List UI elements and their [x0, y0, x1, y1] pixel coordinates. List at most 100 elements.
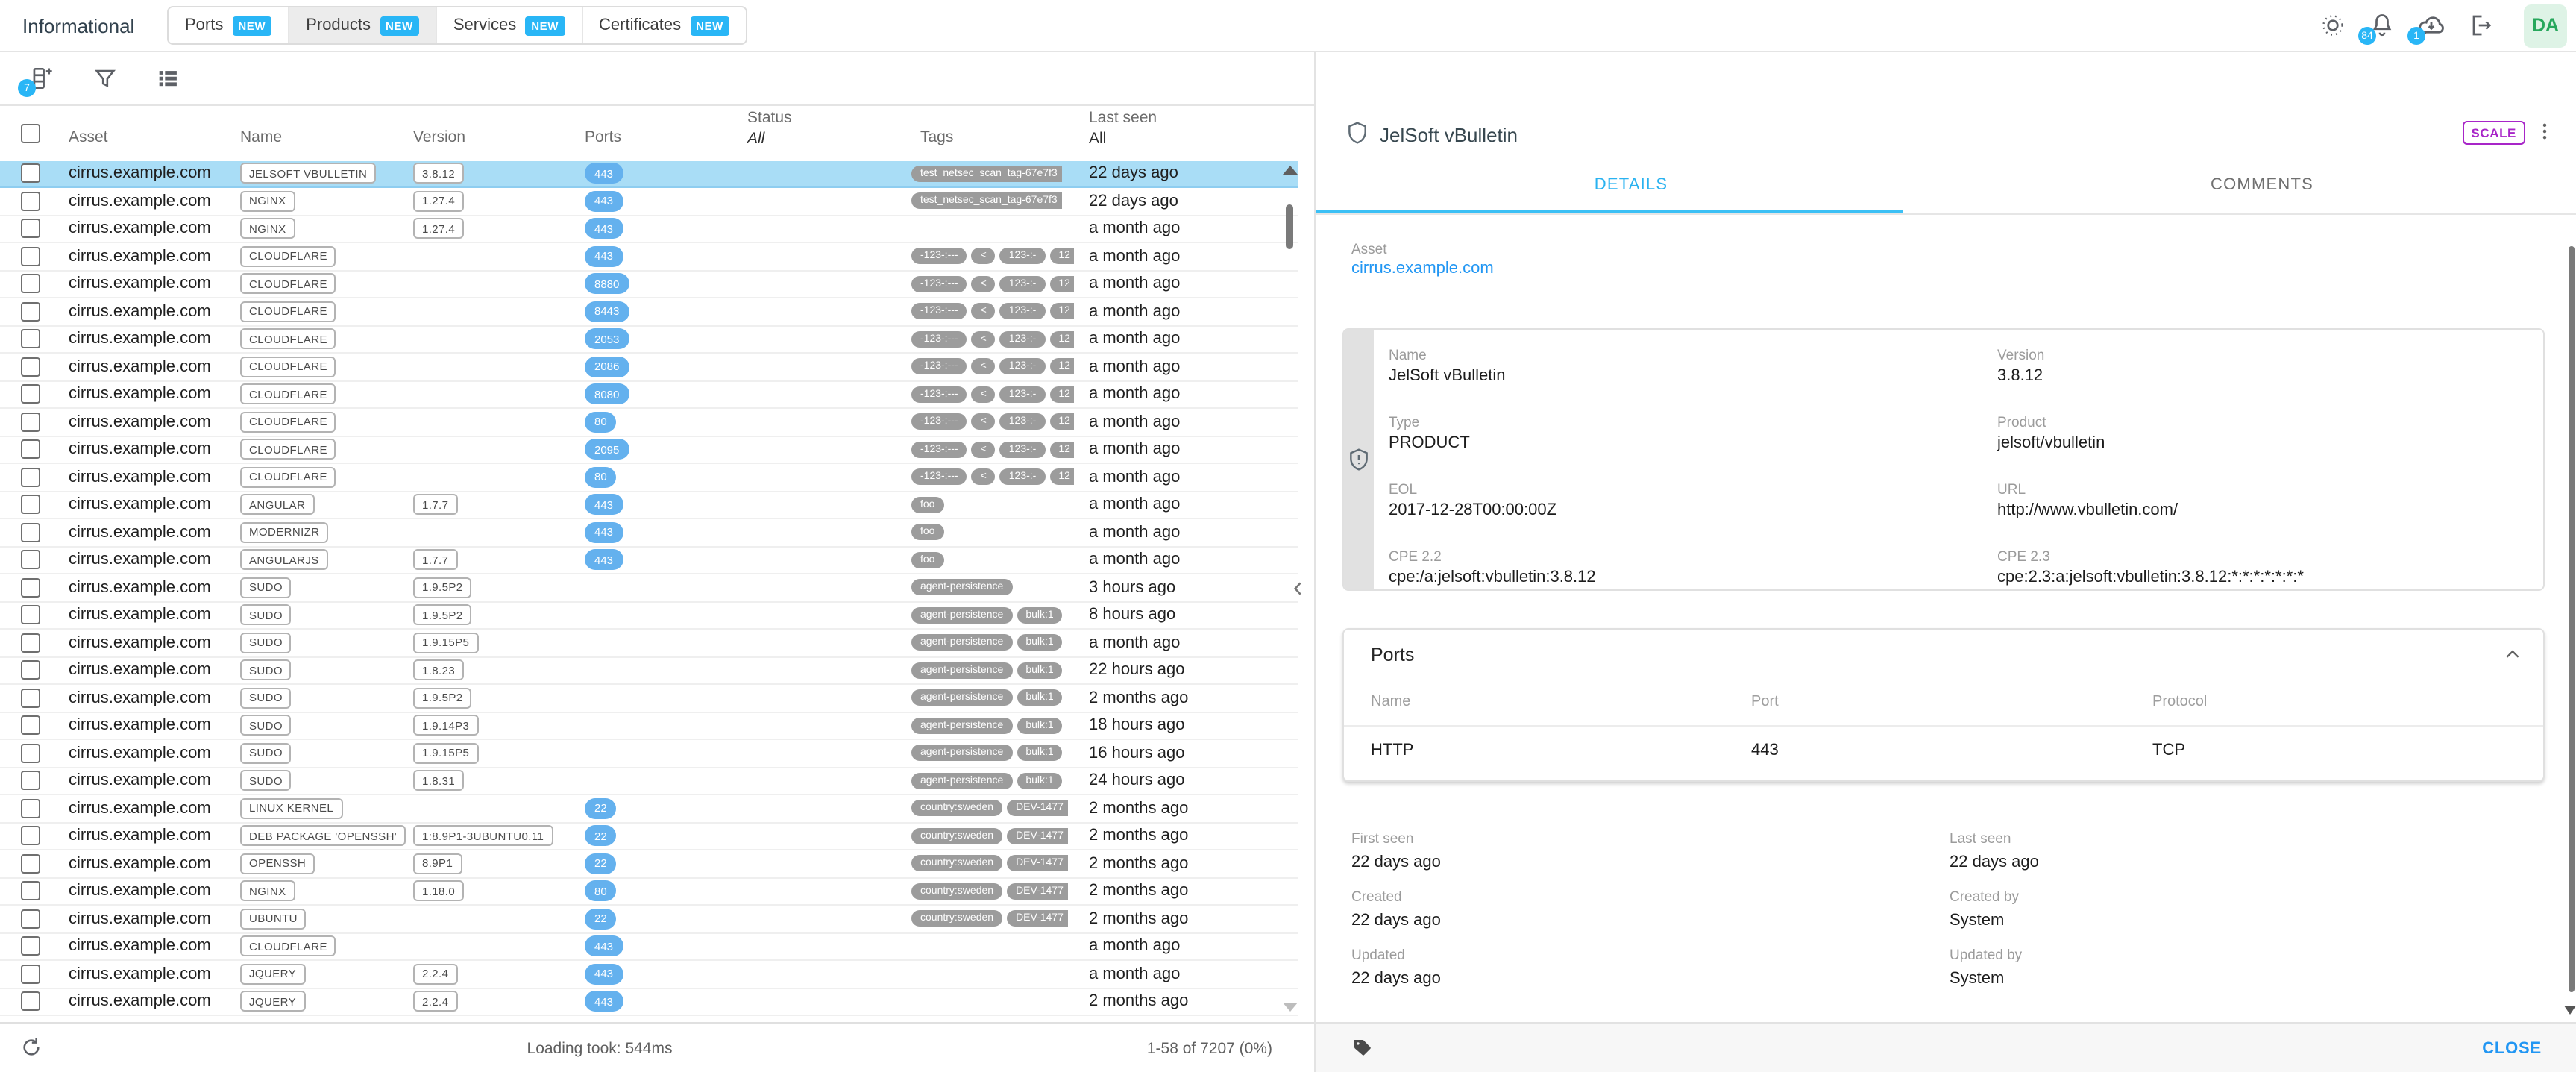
- scroll-down-arrow[interactable]: [1283, 1003, 1298, 1012]
- select-all-checkbox[interactable]: [21, 124, 40, 143]
- logout-button[interactable]: [2466, 10, 2495, 40]
- table-row[interactable]: cirrus.example.comSUDO1.9.14P3agent-pers…: [0, 712, 1298, 740]
- row-checkbox[interactable]: [21, 302, 40, 322]
- detail-scrollbar-thumb[interactable]: [2568, 246, 2575, 992]
- row-checkbox[interactable]: [21, 771, 40, 791]
- tab-details[interactable]: DETAILS: [1316, 176, 1947, 194]
- row-checkbox[interactable]: [21, 744, 40, 763]
- table-row[interactable]: cirrus.example.comJELSOFT VBULLETIN3.8.1…: [0, 160, 1298, 188]
- asset-link[interactable]: cirrus.example.com: [1351, 260, 1494, 278]
- table-row[interactable]: cirrus.example.comCLOUDFLARE443-123-:---…: [0, 243, 1298, 271]
- col-tags[interactable]: Tags: [920, 128, 953, 146]
- status-filter[interactable]: All: [747, 130, 764, 148]
- table-row[interactable]: cirrus.example.comNGINX1.18.080country:s…: [0, 878, 1298, 906]
- table-row[interactable]: cirrus.example.comCLOUDFLARE8880-123-:--…: [0, 271, 1298, 298]
- avatar[interactable]: DA: [2524, 4, 2567, 47]
- row-checkbox[interactable]: [21, 937, 40, 956]
- row-checkbox[interactable]: [21, 247, 40, 266]
- notifications-button[interactable]: 84: [2367, 10, 2397, 40]
- table-row[interactable]: cirrus.example.comSUDO1.9.5P2agent-persi…: [0, 685, 1298, 712]
- row-checkbox[interactable]: [21, 882, 40, 901]
- table-row[interactable]: cirrus.example.comCLOUDFLARE80-123-:---<…: [0, 409, 1298, 436]
- row-checkbox[interactable]: [21, 827, 40, 846]
- table-row[interactable]: cirrus.example.comSUDO1.9.5P2agent-persi…: [0, 574, 1298, 602]
- col-name[interactable]: Name: [240, 128, 282, 146]
- row-checkbox[interactable]: [21, 192, 40, 211]
- columns-button[interactable]: 7: [27, 63, 57, 93]
- table-row[interactable]: cirrus.example.comNGINX1.27.4443test_net…: [0, 188, 1298, 216]
- row-checkbox[interactable]: [21, 385, 40, 404]
- row-checkbox[interactable]: [21, 992, 40, 1012]
- row-checkbox[interactable]: [21, 495, 40, 515]
- col-status[interactable]: Status: [747, 109, 792, 127]
- row-checkbox[interactable]: [21, 330, 40, 349]
- more-menu-button[interactable]: [2534, 119, 2555, 143]
- downloads-button[interactable]: 1: [2416, 10, 2446, 40]
- table-row[interactable]: cirrus.example.comSUDO1.9.5P2agent-persi…: [0, 602, 1298, 630]
- tab-ports[interactable]: Ports NEW: [169, 7, 288, 43]
- collapse-panel-button[interactable]: [1289, 579, 1308, 598]
- table-row[interactable]: cirrus.example.comCLOUDFLARE2095-123-:--…: [0, 436, 1298, 464]
- table-row[interactable]: cirrus.example.comMODERNIZR443fooa month…: [0, 519, 1298, 547]
- row-checkbox[interactable]: [21, 716, 40, 736]
- row-checkbox[interactable]: [21, 661, 40, 680]
- theme-toggle-button[interactable]: [2318, 10, 2348, 40]
- col-version[interactable]: Version: [413, 128, 465, 146]
- scroll-up-arrow[interactable]: [1283, 166, 1298, 175]
- row-checkbox[interactable]: [21, 689, 40, 708]
- scale-badge[interactable]: SCALE: [2462, 121, 2525, 145]
- list-scrollbar-thumb[interactable]: [1286, 204, 1293, 249]
- table-row[interactable]: cirrus.example.comUBUNTU22country:sweden…: [0, 906, 1298, 933]
- tag-pill: bulk:1: [1017, 773, 1062, 789]
- row-checkbox[interactable]: [21, 523, 40, 542]
- row-checkbox[interactable]: [21, 357, 40, 377]
- tab-services[interactable]: Services NEW: [436, 7, 581, 43]
- close-button[interactable]: CLOSE: [2482, 1040, 2542, 1058]
- tab-certificates[interactable]: Certificates NEW: [581, 7, 746, 43]
- table-row[interactable]: cirrus.example.comCLOUDFLARE443a month a…: [0, 933, 1298, 961]
- last-seen-filter[interactable]: All: [1089, 130, 1106, 148]
- tab-products[interactable]: Products NEW: [288, 7, 436, 43]
- table-row[interactable]: cirrus.example.comDEB PACKAGE 'OPENSSH'1…: [0, 823, 1298, 850]
- tab-comments[interactable]: COMMENTS: [1947, 176, 2576, 194]
- row-checkbox[interactable]: [21, 468, 40, 487]
- row-checkbox[interactable]: [21, 164, 40, 184]
- row-checkbox[interactable]: [21, 578, 40, 598]
- view-list-button[interactable]: [152, 63, 182, 93]
- table-row[interactable]: cirrus.example.comJQUERY2.2.44432 months…: [0, 988, 1298, 1016]
- col-ports[interactable]: Ports: [585, 128, 621, 146]
- table-row[interactable]: cirrus.example.comCLOUDFLARE2086-123-:--…: [0, 354, 1298, 381]
- table-row[interactable]: cirrus.example.comNGINX1.27.4443a month …: [0, 216, 1298, 243]
- row-checkbox[interactable]: [21, 965, 40, 984]
- table-row[interactable]: cirrus.example.comCLOUDFLARE8080-123-:--…: [0, 381, 1298, 409]
- table-row[interactable]: cirrus.example.comJQUERY2.2.4443a month …: [0, 961, 1298, 988]
- detail-scroll-down-arrow[interactable]: [2563, 1006, 2575, 1015]
- row-checkbox[interactable]: [21, 909, 40, 929]
- table-row[interactable]: cirrus.example.comSUDO1.9.15P5agent-pers…: [0, 630, 1298, 657]
- table-row[interactable]: cirrus.example.comSUDO1.9.15P5agent-pers…: [0, 740, 1298, 768]
- col-last-seen[interactable]: Last seen: [1089, 109, 1157, 127]
- table-row[interactable]: cirrus.example.comSUDO1.8.23agent-persis…: [0, 657, 1298, 685]
- table-row[interactable]: cirrus.example.comCLOUDFLARE8443-123-:--…: [0, 298, 1298, 326]
- row-checkbox[interactable]: [21, 606, 40, 625]
- row-checkbox[interactable]: [21, 219, 40, 239]
- table-row[interactable]: cirrus.example.comLINUX KERNEL22country:…: [0, 795, 1298, 823]
- row-checkbox[interactable]: [21, 440, 40, 460]
- row-checkbox[interactable]: [21, 633, 40, 653]
- tags-button[interactable]: [1350, 1035, 1374, 1059]
- row-checkbox[interactable]: [21, 275, 40, 294]
- row-checkbox[interactable]: [21, 799, 40, 818]
- refresh-button[interactable]: [19, 1035, 43, 1059]
- table-row[interactable]: cirrus.example.comCLOUDFLARE80-123-:---<…: [0, 464, 1298, 492]
- table-row[interactable]: cirrus.example.comOPENSSH8.9P122country:…: [0, 850, 1298, 878]
- table-row[interactable]: cirrus.example.comANGULARJS1.7.7443fooa …: [0, 547, 1298, 574]
- col-asset[interactable]: Asset: [69, 128, 108, 146]
- table-row[interactable]: cirrus.example.comSUDO1.8.31agent-persis…: [0, 768, 1298, 795]
- table-row[interactable]: cirrus.example.comCLOUDFLARE2053-123-:--…: [0, 326, 1298, 354]
- row-checkbox[interactable]: [21, 551, 40, 570]
- table-row[interactable]: cirrus.example.comANGULAR1.7.7443fooa mo…: [0, 492, 1298, 519]
- collapse-ports-button[interactable]: [2503, 645, 2522, 664]
- row-checkbox[interactable]: [21, 854, 40, 874]
- row-checkbox[interactable]: [21, 413, 40, 432]
- filter-button[interactable]: [89, 63, 119, 93]
